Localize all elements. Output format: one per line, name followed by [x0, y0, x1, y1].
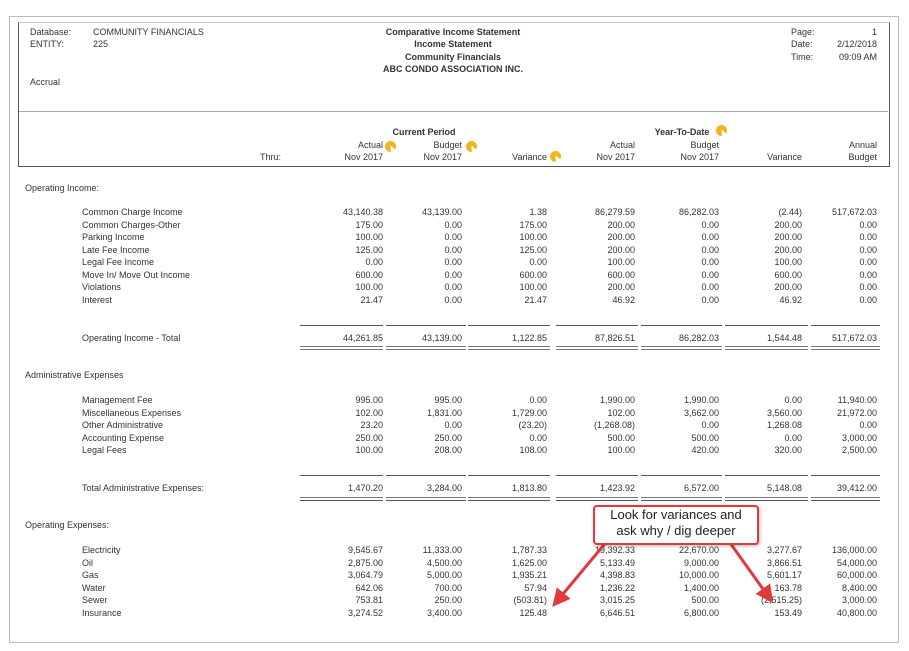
- callout-line: ask why / dig deeper: [616, 523, 736, 538]
- arrow-to-current-variance: [552, 539, 610, 607]
- annotation-callout: Look for variances and ask why / dig dee…: [593, 505, 759, 545]
- callout-line: Look for variances and: [610, 507, 742, 522]
- report-page: Database: COMMUNITY FINANCIALS ENTITY: 2…: [0, 0, 909, 651]
- arrow-to-ytd-variance: [726, 539, 774, 604]
- callout-arrows: [552, 539, 774, 607]
